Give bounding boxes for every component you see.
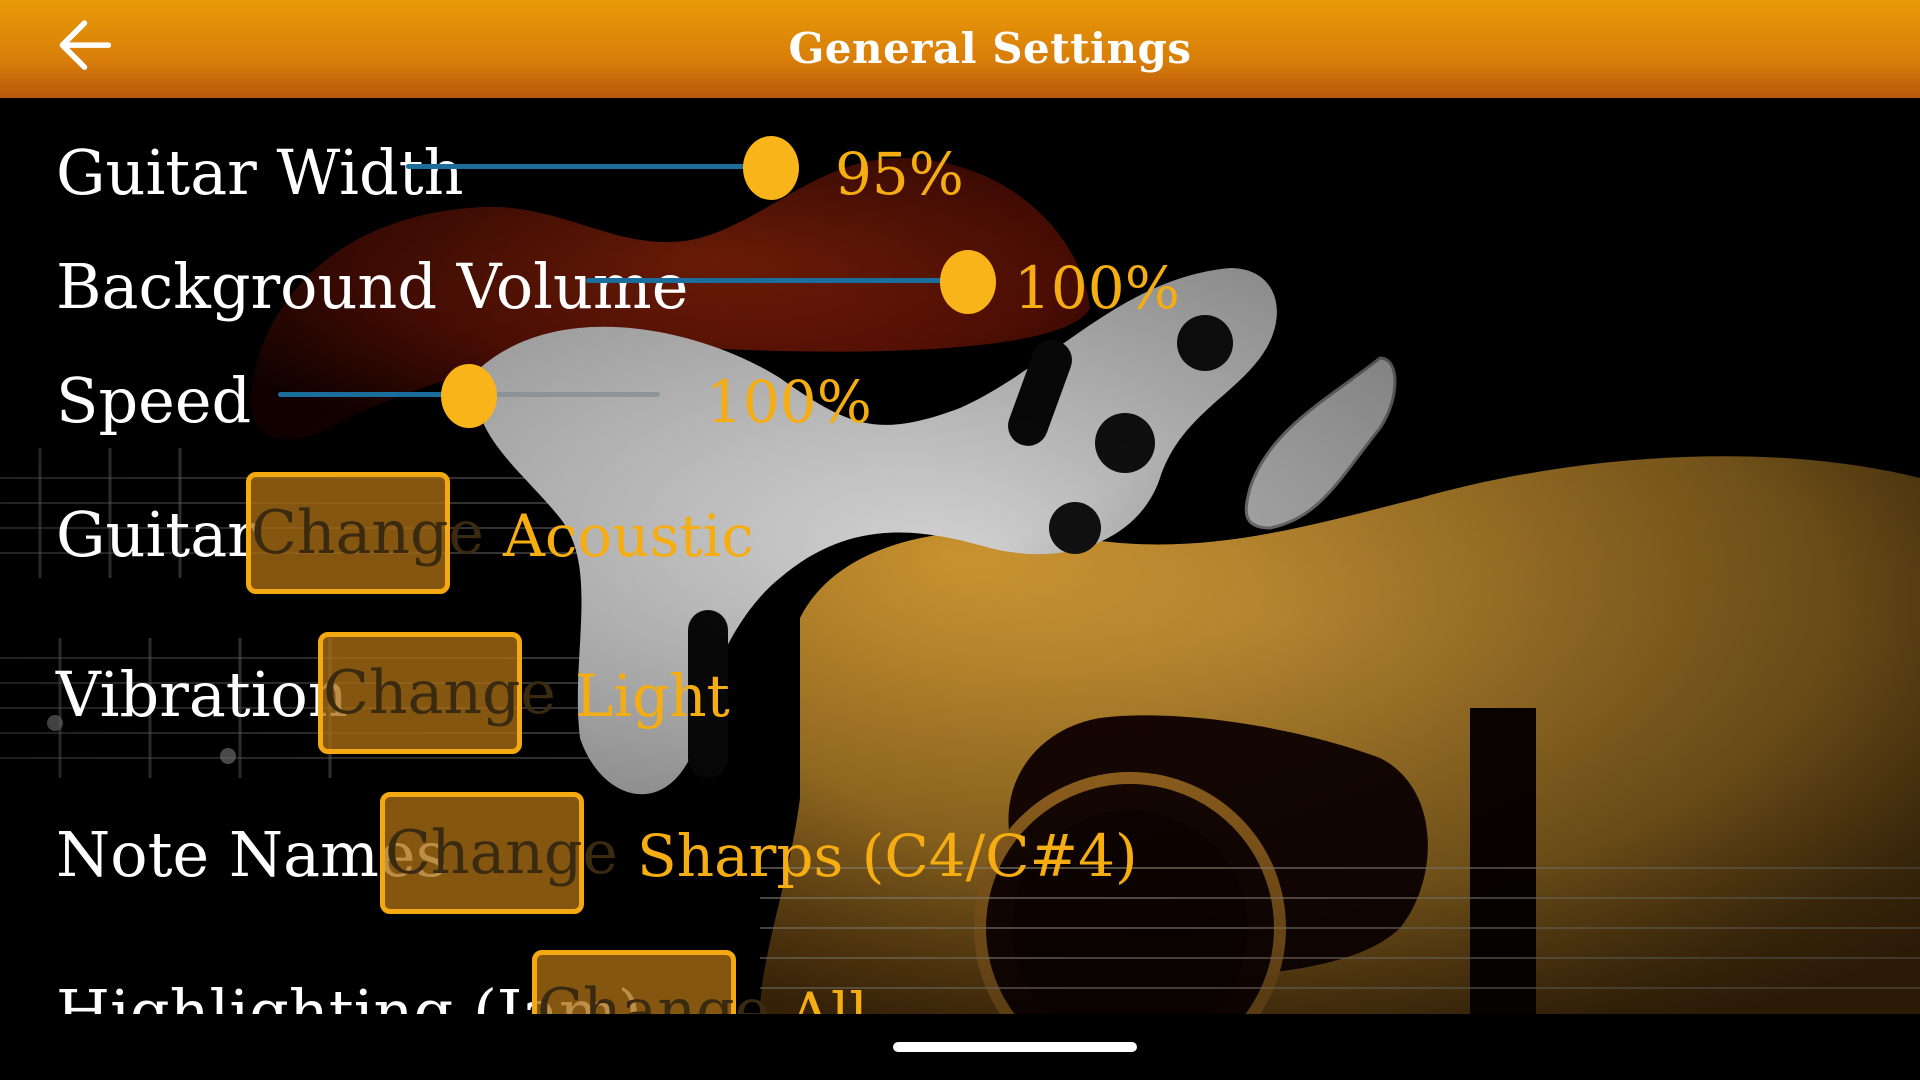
- settings-screen: General Settings Guitar Width 95% Backgr…: [0, 0, 1920, 1080]
- slider-thumb[interactable]: [441, 364, 497, 428]
- highlighting-change-button[interactable]: Change: [532, 950, 770, 1014]
- note-names-value: Sharps (C4/C#4): [637, 822, 1138, 890]
- guitar-value: Acoustic: [503, 502, 754, 570]
- home-indicator[interactable]: [893, 1042, 1137, 1052]
- highlighting-value: All: [789, 980, 868, 1014]
- vibration-label: Vibration: [56, 658, 348, 731]
- speed-label: Speed: [56, 364, 252, 437]
- speed-slider[interactable]: [278, 364, 660, 428]
- guitar-width-label: Guitar Width: [56, 136, 464, 209]
- guitar-width-slider[interactable]: [406, 136, 799, 200]
- guitar-width-value: 95%: [835, 140, 964, 208]
- note-names-change-button[interactable]: Change: [380, 792, 618, 914]
- slider-thumb[interactable]: [940, 250, 996, 314]
- vibration-change-button[interactable]: Change: [318, 632, 556, 754]
- guitar-change-button[interactable]: Change: [246, 472, 484, 594]
- slider-thumb[interactable]: [743, 136, 799, 200]
- guitar-label: Guitar: [56, 498, 257, 571]
- slider-fill: [586, 278, 968, 283]
- background-volume-value: 100%: [1014, 254, 1180, 322]
- app-header: General Settings: [0, 0, 1920, 98]
- slider-fill: [406, 164, 771, 169]
- system-navigation-bar: [0, 1014, 1920, 1080]
- speed-value: 100%: [706, 368, 872, 436]
- background-volume-slider[interactable]: [586, 250, 996, 314]
- vibration-value: Light: [575, 662, 730, 730]
- page-title: General Settings: [788, 24, 1192, 73]
- settings-list: Guitar Width 95% Background Volume 100% …: [0, 98, 1920, 1014]
